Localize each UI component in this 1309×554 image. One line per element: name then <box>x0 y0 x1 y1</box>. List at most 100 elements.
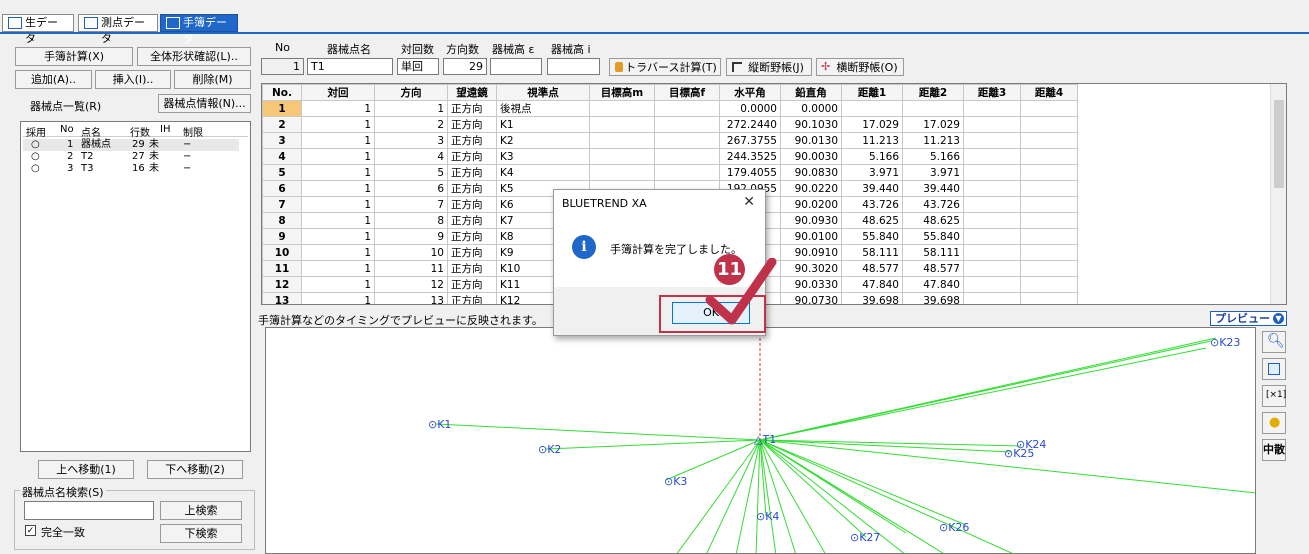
table-cell[interactable]: 3.971 <box>902 164 964 181</box>
column-header[interactable]: 距離1 <box>841 84 903 101</box>
no-field[interactable]: 1 <box>261 58 304 75</box>
table-row[interactable]: 2 1 2 正方向 K1 272.2440 90.1030 17.029 17.029 <box>262 116 1078 133</box>
table-cell[interactable] <box>963 164 1021 181</box>
table-cell[interactable]: 2 <box>374 116 448 133</box>
table-cell[interactable]: 1 <box>374 100 448 117</box>
table-cell[interactable] <box>654 132 720 149</box>
table-cell[interactable] <box>963 180 1021 197</box>
table-cell[interactable]: 55.840 <box>902 228 964 245</box>
table-cell[interactable] <box>1020 212 1078 229</box>
height-i-field[interactable] <box>547 58 600 75</box>
search-input[interactable] <box>24 501 154 520</box>
vertical-book-button[interactable]: 縦断野帳(J) <box>726 58 812 76</box>
table-cell[interactable] <box>1020 276 1078 293</box>
table-cell[interactable]: 58.111 <box>841 244 903 261</box>
table-cell[interactable] <box>589 116 655 133</box>
table-cell[interactable]: 90.0830 <box>780 164 842 181</box>
export-button[interactable] <box>1262 358 1286 380</box>
table-row[interactable]: 1 1 1 正方向 後視点 0.0000 0.0000 <box>262 100 1078 117</box>
table-cell[interactable] <box>963 196 1021 213</box>
table-cell[interactable]: 90.0100 <box>780 228 842 245</box>
search-down-button[interactable]: 下検索 <box>160 524 242 543</box>
table-cell[interactable] <box>963 228 1021 245</box>
table-cell[interactable] <box>1020 148 1078 165</box>
table-cell[interactable]: 90.0220 <box>780 180 842 197</box>
table-cell[interactable]: 1 <box>301 196 375 213</box>
table-cell[interactable]: 90.0930 <box>780 212 842 229</box>
table-cell[interactable] <box>1020 164 1078 181</box>
table-cell[interactable]: 正方向 <box>447 228 497 245</box>
insert-button[interactable]: 挿入(I).. <box>95 70 171 89</box>
table-cell[interactable]: 1 <box>301 260 375 277</box>
table-cell[interactable]: 正方向 <box>447 244 497 261</box>
table-cell[interactable]: 55.840 <box>841 228 903 245</box>
preview-canvas[interactable]: ⊙K1 ⊙K2 ⊙K3 ⊙K4 ⊙K23 ⊙K24 ⊙K25 ⊙K26 ⊙K27… <box>265 327 1256 554</box>
table-cell[interactable] <box>963 132 1021 149</box>
column-header[interactable]: 対回 <box>301 84 375 101</box>
table-cell[interactable]: 6 <box>374 180 448 197</box>
column-header[interactable]: 鉛直角 <box>780 84 842 101</box>
move-up-button[interactable]: 上へ移動(1) <box>38 460 134 479</box>
shape-check-button[interactable]: 全体形状確認(L).. <box>137 47 251 66</box>
table-cell[interactable]: 4 <box>374 148 448 165</box>
list-item[interactable]: ○ 1 器械点 29 未 − <box>23 139 239 151</box>
table-cell[interactable]: 43.726 <box>841 196 903 213</box>
table-cell[interactable]: 17.029 <box>841 116 903 133</box>
table-cell[interactable]: 正方向 <box>447 132 497 149</box>
table-cell[interactable]: 244.3525 <box>719 148 781 165</box>
table-cell[interactable]: 5.166 <box>841 148 903 165</box>
column-header[interactable]: No. <box>262 84 302 101</box>
search-up-button[interactable]: 上検索 <box>160 501 242 520</box>
table-cell[interactable]: 6 <box>262 180 302 197</box>
table-cell[interactable] <box>1020 180 1078 197</box>
column-header[interactable]: 距離2 <box>902 84 964 101</box>
scrollbar-thumb[interactable] <box>1274 100 1284 188</box>
table-cell[interactable]: 90.0730 <box>780 292 842 304</box>
table-cell[interactable] <box>1020 116 1078 133</box>
move-down-button[interactable]: 下へ移動(2) <box>147 460 243 479</box>
table-cell[interactable] <box>1020 100 1078 117</box>
table-cell[interactable]: 1 <box>301 164 375 181</box>
exact-match-checkbox[interactable]: ✓ <box>25 525 36 536</box>
table-cell[interactable]: 3 <box>262 132 302 149</box>
table-cell[interactable]: 1 <box>301 116 375 133</box>
table-cell[interactable]: 48.625 <box>902 212 964 229</box>
table-cell[interactable]: 48.577 <box>902 260 964 277</box>
table-cell[interactable] <box>589 100 655 117</box>
column-header[interactable]: 距離4 <box>1020 84 1078 101</box>
table-cell[interactable]: 5 <box>374 164 448 181</box>
table-cell[interactable]: 4 <box>262 148 302 165</box>
table-cell[interactable]: 1 <box>301 148 375 165</box>
table-cell[interactable] <box>654 100 720 117</box>
list-item[interactable]: ○ 2 T2 27 未 − <box>23 151 239 163</box>
station-info-button[interactable]: 器械点情報(N)... <box>158 94 251 113</box>
table-cell[interactable]: 12 <box>262 276 302 293</box>
table-cell[interactable]: 39.698 <box>902 292 964 304</box>
table-cell[interactable]: 正方向 <box>447 164 497 181</box>
table-cell[interactable]: 正方向 <box>447 100 497 117</box>
table-row[interactable]: 4 1 4 正方向 K3 244.3525 90.0030 5.166 5.166 <box>262 148 1078 165</box>
table-cell[interactable]: 1 <box>301 244 375 261</box>
table-scrollbar[interactable] <box>1270 84 1286 304</box>
table-cell[interactable]: 12 <box>374 276 448 293</box>
table-cell[interactable] <box>1020 228 1078 245</box>
table-cell[interactable]: 13 <box>262 292 302 304</box>
table-cell[interactable]: 39.440 <box>841 180 903 197</box>
table-cell[interactable]: 5.166 <box>902 148 964 165</box>
table-cell[interactable]: 1 <box>301 292 375 304</box>
table-cell[interactable]: 後視点 <box>496 100 590 117</box>
table-cell[interactable]: 90.0130 <box>780 132 842 149</box>
table-cell[interactable]: 47.840 <box>902 276 964 293</box>
station-list[interactable]: 採用 No 点名 行数 IH 制限 ○ 1 器械点 29 未 − ○ 2 T2 … <box>20 121 251 452</box>
table-cell[interactable] <box>963 244 1021 261</box>
directions-field[interactable]: 29 <box>443 58 487 75</box>
table-cell[interactable]: 90.0200 <box>780 196 842 213</box>
fit-button[interactable]: [×1] <box>1262 385 1286 407</box>
table-cell[interactable]: 272.2440 <box>719 116 781 133</box>
delete-button[interactable]: 削除(M) <box>174 70 251 89</box>
column-header[interactable]: 目標高m <box>589 84 655 101</box>
table-cell[interactable]: K1 <box>496 116 590 133</box>
table-cell[interactable]: 90.0330 <box>780 276 842 293</box>
table-cell[interactable]: 正方向 <box>447 292 497 304</box>
table-cell[interactable]: 11.213 <box>902 132 964 149</box>
